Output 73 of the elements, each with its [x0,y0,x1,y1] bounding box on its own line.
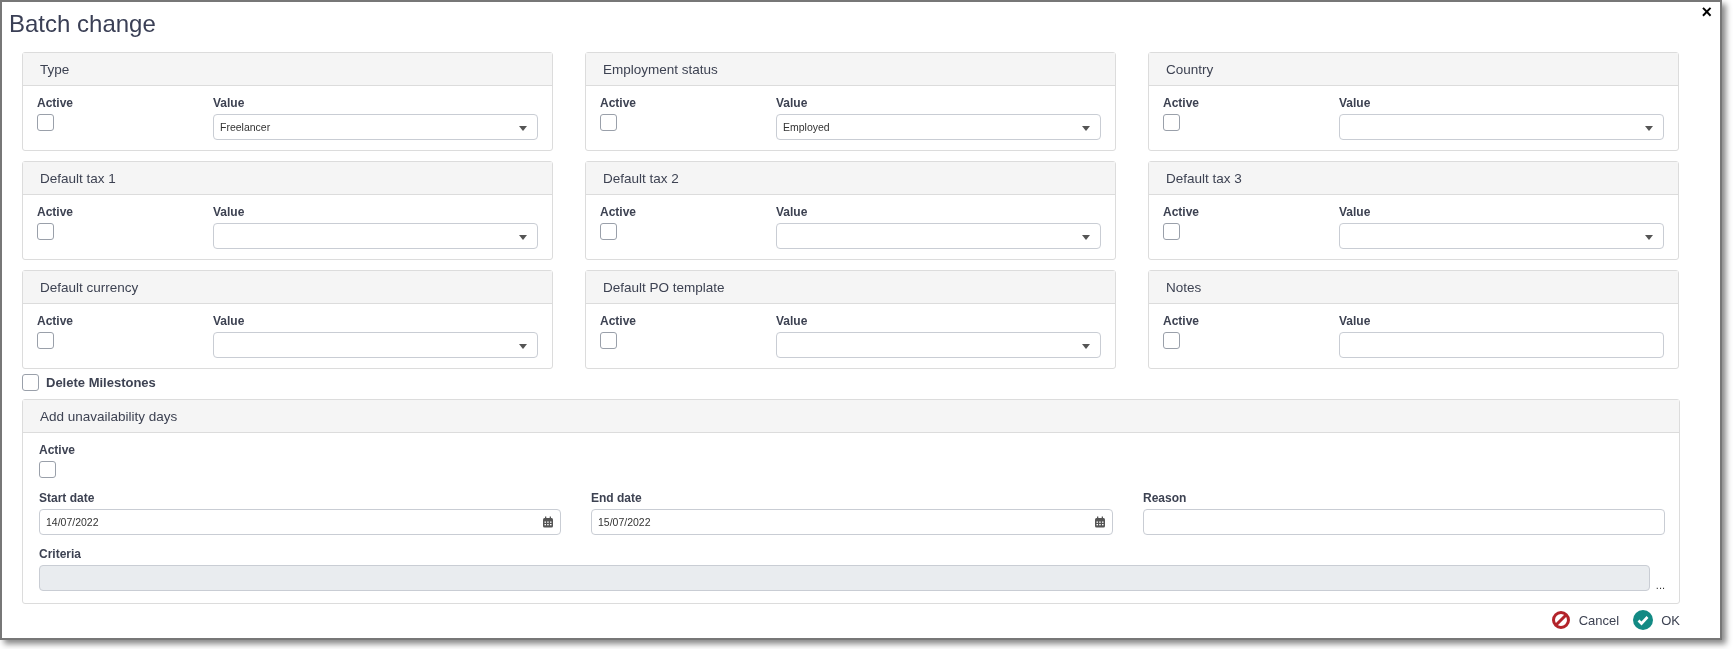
field-label: Active [600,96,637,110]
field-label: Active [600,314,637,328]
checkbox-label: Delete Milestones [46,374,156,390]
date-field[interactable]: 15/07/2022 [591,509,1113,535]
value-dropdown[interactable] [213,223,538,249]
calendar-icon [1094,516,1106,528]
close-button[interactable]: × [1697,2,1716,23]
value-dropdown[interactable] [776,223,1101,249]
date-field[interactable]: 14/07/2022 [39,509,561,535]
field-label: Active [1163,314,1200,328]
field-label: Value [776,205,808,219]
panel-header: Default tax 3 [1149,162,1678,195]
value-dropdown[interactable] [1339,114,1664,140]
delete-milestones-checkbox[interactable] [22,373,39,391]
reason-field[interactable] [1143,509,1665,535]
field-label: Value [1339,96,1371,110]
field-label: End date [591,491,642,505]
panel-header: Default tax 1 [23,162,552,195]
active-checkbox[interactable] [600,332,617,349]
field-label: Active [37,205,74,219]
active-checkbox[interactable] [1163,114,1180,131]
active-checkbox[interactable] [1163,223,1180,240]
active-checkbox[interactable] [37,114,54,131]
field-label: Active [600,205,637,219]
panel-header: Employment status [586,53,1115,86]
field-label: Reason [1143,491,1187,505]
panel-header: Notes [1149,271,1678,304]
ok-button[interactable]: OK [1633,610,1680,630]
value-dropdown[interactable]: Employed [776,114,1101,140]
panel-header: Type [23,53,552,86]
active-checkbox[interactable] [1163,332,1180,349]
caret-icon [519,126,527,131]
panel-header: Add unavailability days [23,400,1679,433]
panel-header: Default PO template [586,271,1115,304]
panel-header: Country [1149,53,1678,86]
field-label: Active [37,314,74,328]
field-label: Value [776,314,808,328]
value-dropdown[interactable] [776,332,1101,358]
field-label: Value [1339,205,1371,219]
caret-icon [519,344,527,349]
field-label: Active [1163,96,1200,110]
check-icon [1633,610,1654,630]
field-label: Value [776,96,808,110]
field-label: Value [213,205,245,219]
field-label: Active [39,443,76,457]
field-label: Active [37,96,74,110]
value-dropdown[interactable] [213,332,538,358]
value-field[interactable] [1339,332,1664,358]
field-label: Criteria [39,547,82,561]
caret-icon [519,235,527,240]
active-checkbox[interactable] [600,223,617,240]
caret-icon [1082,126,1090,131]
cancel-icon [1550,610,1571,630]
field-label: Value [213,314,245,328]
panel-header: Default currency [23,271,552,304]
field-label: Active [1163,205,1200,219]
active-checkbox[interactable] [37,223,54,240]
caret-icon [1645,235,1653,240]
value-dropdown[interactable] [1339,223,1664,249]
window-title: Batch change [9,10,156,38]
caret-icon [1645,126,1653,131]
value-dropdown[interactable]: Freelancer [213,114,538,140]
calendar-icon [542,516,554,528]
caret-icon [1082,235,1090,240]
cancel-button[interactable]: Cancel [1550,610,1620,630]
active-checkbox[interactable] [39,461,56,478]
panel-header: Default tax 2 [586,162,1115,195]
field-label: Value [213,96,245,110]
field-label: Value [1339,314,1371,328]
field-label: Start date [39,491,95,505]
caret-icon [1082,344,1090,349]
active-checkbox[interactable] [600,114,617,131]
active-checkbox[interactable] [37,332,54,349]
